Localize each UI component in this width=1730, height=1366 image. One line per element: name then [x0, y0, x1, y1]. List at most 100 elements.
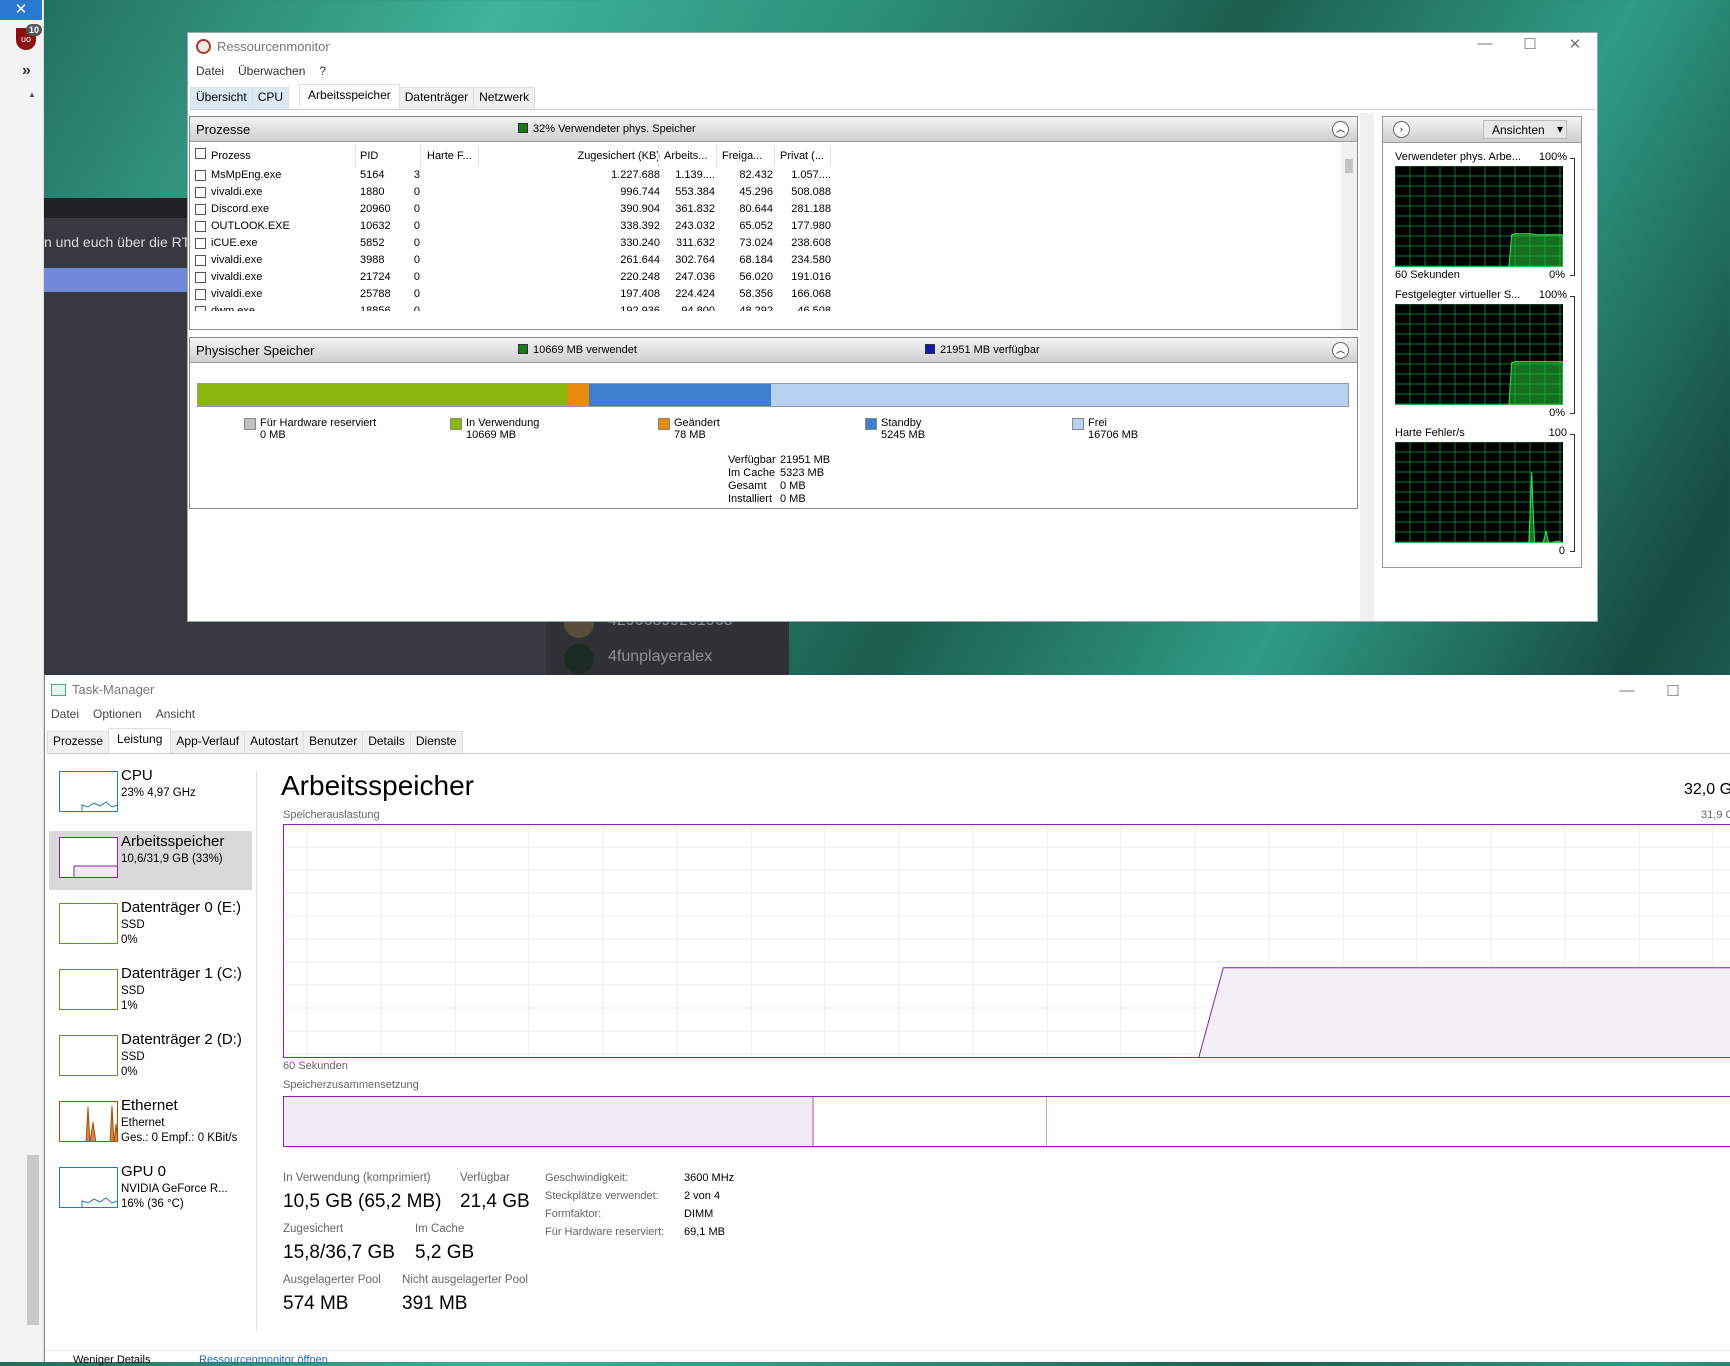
row-checkbox[interactable]	[195, 272, 206, 283]
process-scrollbar[interactable]	[1341, 143, 1357, 329]
views-dropdown[interactable]: Ansichten▾	[1483, 120, 1567, 139]
sidebar-scrollbar[interactable]	[27, 1155, 39, 1325]
expand-icon[interactable]: ›	[1393, 121, 1410, 138]
sidebar-item-detail: NVIDIA GeForce R...	[121, 1183, 228, 1195]
sidebar-item-ethernet[interactable]: EthernetEthernetGes.: 0 Empf.: 0 KBit/s	[49, 1095, 252, 1154]
sidebar-item-gpu-0[interactable]: GPU 0NVIDIA GeForce R...16% (36 °C)	[49, 1161, 252, 1220]
legend-swatch	[244, 418, 256, 430]
stat-value: 391 MB	[402, 1293, 467, 1315]
main-scrollbar[interactable]	[1360, 113, 1374, 621]
row-checkbox[interactable]	[195, 255, 206, 266]
row-checkbox[interactable]	[195, 170, 206, 181]
cell: 0	[390, 237, 420, 249]
table-row[interactable]: dwm.exe188560192.93694.80048.29246.508	[190, 303, 830, 311]
member-name[interactable]: 4funplayeralex	[608, 648, 712, 666]
table-row[interactable]: vivaldi.exe18800996.744553.38445.296508.…	[190, 184, 830, 201]
stat-label: In Verwendung (komprimiert)	[283, 1172, 431, 1184]
row-checkbox[interactable]	[195, 238, 206, 249]
tab-autostart[interactable]: Autostart	[244, 731, 304, 753]
physical-memory-header[interactable]: Physischer Speicher 10669 MB verwendet 2…	[190, 338, 1357, 363]
collapse-icon[interactable]: ︿	[1332, 121, 1349, 138]
cell: 5852	[360, 237, 384, 249]
table-row[interactable]: OUTLOOK.EXE106320338.392243.03265.052177…	[190, 218, 830, 235]
menu-ansicht[interactable]: Ansicht	[156, 707, 195, 721]
memory-bar-segment	[589, 384, 770, 406]
spec-value: 2 von 4	[684, 1190, 720, 1202]
stat-value: 5,2 GB	[415, 1242, 474, 1264]
maximize-button[interactable]: ☐	[1651, 682, 1695, 700]
table-row[interactable]: MsMpEng.exe516431.227.6881.139....82.432…	[190, 167, 830, 184]
tab-uebersicht[interactable]: Übersicht	[190, 87, 253, 109]
menu-datei[interactable]: Datei	[196, 64, 224, 78]
stat-label: Nicht ausgelagerter Pool	[402, 1274, 528, 1286]
menu-ueberwachen[interactable]: Überwachen	[238, 64, 305, 78]
collapse-icon[interactable]: ︿	[1332, 342, 1349, 359]
col-shareable[interactable]: Freiga...	[722, 150, 762, 162]
col-prozess[interactable]: Prozess	[211, 150, 251, 162]
row-checkbox[interactable]	[195, 204, 206, 215]
legend-item: Frei16706 MB	[1088, 417, 1138, 441]
sidebar-item-detail: 0%	[121, 934, 138, 946]
close-icon[interactable]: ✕	[0, 0, 42, 20]
col-pid[interactable]: PID	[360, 150, 378, 162]
maximize-button[interactable]: ☐	[1508, 35, 1552, 53]
col-hard-faults[interactable]: Harte F...	[427, 150, 472, 162]
processes-header[interactable]: Prozesse 32% Verwendeter phys. Speicher …	[190, 117, 1357, 142]
tab-netzwerk[interactable]: Netzwerk	[473, 87, 535, 109]
graph-max: 100	[1549, 427, 1567, 439]
cell: vivaldi.exe	[211, 288, 262, 300]
sidebar-item-datentr-ger-2-d-[interactable]: Datenträger 2 (D:)SSD0%	[49, 1029, 252, 1088]
composition-free[interactable]	[1047, 1097, 1730, 1146]
sidebar-item-cpu[interactable]: CPU23% 4,97 GHz	[49, 765, 252, 824]
sidebar-item-arbeitsspeicher[interactable]: Arbeitsspeicher10,6/31,9 GB (33%)	[49, 831, 252, 890]
graph-min: 0	[1559, 545, 1565, 557]
scroll-thumb[interactable]	[1345, 159, 1353, 173]
sidebar-item-datentr-ger-0-e-[interactable]: Datenträger 0 (E:)SSD0%	[49, 897, 252, 956]
select-all-checkbox[interactable]	[195, 148, 206, 159]
menu-help[interactable]: ?	[319, 64, 326, 78]
memory-usage-chart	[283, 824, 1730, 1058]
sidebar-item-datentr-ger-1-c-[interactable]: Datenträger 1 (C:)SSD1%	[49, 963, 252, 1022]
tab-app-verlauf[interactable]: App-Verlauf	[170, 731, 245, 753]
row-checkbox[interactable]	[195, 187, 206, 198]
composition-standby[interactable]	[814, 1097, 1047, 1146]
cell: 390.904	[490, 203, 660, 215]
table-row[interactable]: vivaldi.exe39880261.644302.76468.184234.…	[190, 252, 830, 269]
tab-details[interactable]: Details	[362, 731, 411, 753]
col-private[interactable]: Privat (...	[780, 150, 824, 162]
open-resmon-link[interactable]: Ressourcenmonitor öffnen	[199, 1354, 328, 1366]
tab-datentraeger[interactable]: Datenträger	[399, 87, 474, 109]
tab-dienste[interactable]: Dienste	[410, 731, 463, 753]
table-row[interactable]: vivaldi.exe217240220.248247.03656.020191…	[190, 269, 830, 286]
composition-in-use[interactable]	[284, 1097, 814, 1146]
graph-series	[1395, 362, 1563, 405]
table-row[interactable]: Discord.exe209600390.904361.83280.644281…	[190, 201, 830, 218]
close-button[interactable]: ✕	[1553, 35, 1597, 53]
tab-leistung[interactable]: Leistung	[108, 728, 171, 750]
menu-optionen[interactable]: Optionen	[93, 707, 142, 721]
chevrons-right-icon[interactable]: »	[22, 62, 31, 80]
cell: 3	[390, 169, 420, 181]
graphs-panel: › Ansichten▾ Verwendeter phys. Arbe...10…	[1382, 116, 1582, 568]
scroll-up-icon[interactable]: ▲	[28, 90, 36, 99]
row-checkbox[interactable]	[195, 221, 206, 232]
tab-arbeitsspeicher[interactable]: Arbeitsspeicher	[299, 84, 400, 106]
table-row[interactable]: vivaldi.exe257880197.408224.42458.356166…	[190, 286, 830, 303]
ublock-icon[interactable]: uo10	[16, 28, 36, 50]
row-checkbox[interactable]	[195, 306, 206, 311]
less-details-link[interactable]: Weniger Details	[73, 1354, 150, 1366]
menu-datei[interactable]: Datei	[51, 707, 79, 721]
tab-benutzer[interactable]: Benutzer	[303, 731, 363, 753]
col-committed[interactable]: Zugesichert (KB)	[490, 150, 660, 162]
row-checkbox[interactable]	[195, 289, 206, 300]
col-working-set[interactable]: Arbeits...	[664, 150, 707, 162]
minimize-button[interactable]: —	[1463, 35, 1507, 52]
table-row[interactable]: iCUE.exe58520330.240311.63273.024238.608	[190, 235, 830, 252]
legend-label: Für Hardware reserviert	[260, 417, 376, 429]
cell: 21724	[360, 271, 391, 283]
cell: 80.644	[718, 203, 773, 215]
tab-bar: Übersicht CPU Arbeitsspeicher Datenträge…	[190, 87, 1595, 110]
minimize-button[interactable]: —	[1605, 682, 1649, 699]
tab-prozesse[interactable]: Prozesse	[47, 731, 109, 753]
tab-cpu[interactable]: CPU	[252, 87, 289, 109]
